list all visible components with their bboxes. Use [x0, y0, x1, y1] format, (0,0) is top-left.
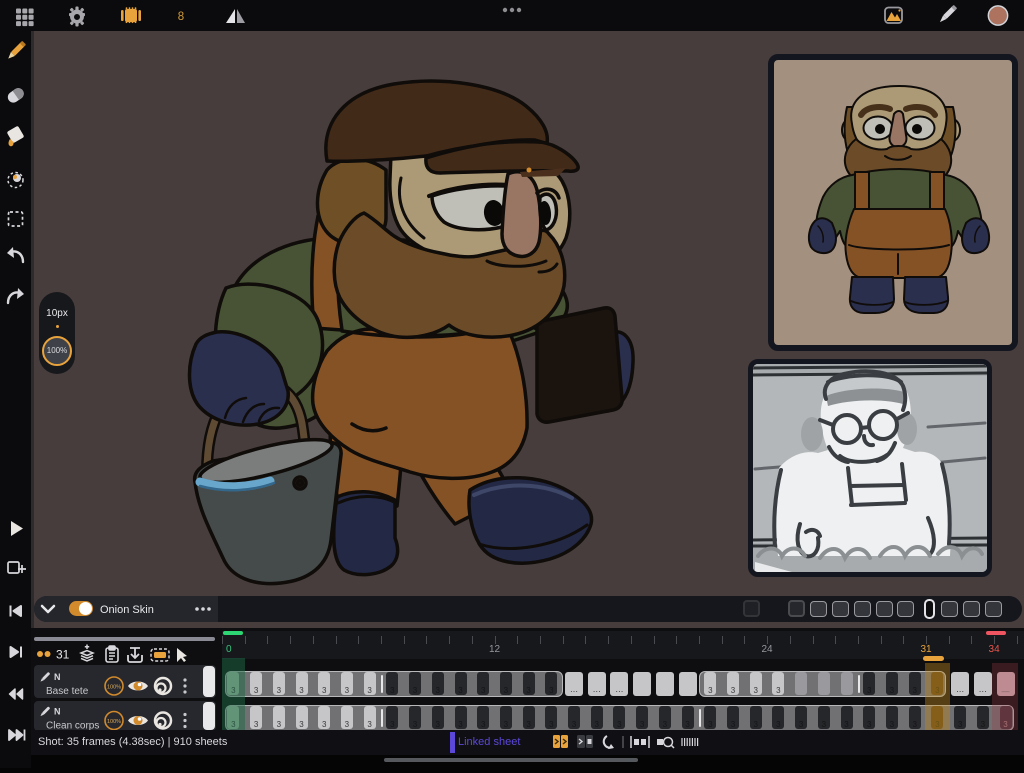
svg-text:100%: 100%: [107, 719, 121, 725]
svg-text:31: 31: [56, 648, 70, 662]
svg-text:8: 8: [178, 11, 184, 23]
svg-text:100%: 100%: [107, 685, 121, 691]
svg-text:Base tete: Base tete: [46, 686, 89, 697]
svg-text:N: N: [54, 707, 61, 717]
svg-text:Onion Skin: Onion Skin: [100, 604, 154, 616]
svg-text:N: N: [54, 672, 61, 682]
